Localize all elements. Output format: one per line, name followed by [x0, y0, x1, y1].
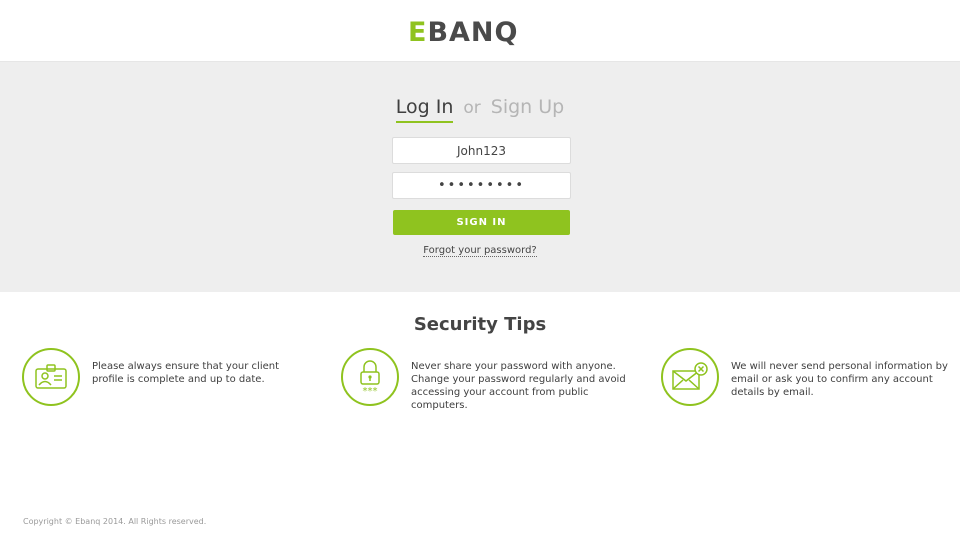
id-card-icon — [22, 348, 80, 406]
logo-letter-e: E — [408, 16, 428, 48]
tab-signup[interactable]: Sign Up — [491, 96, 564, 121]
password-field-wrap — [392, 172, 571, 199]
tabs-separator: or — [463, 98, 481, 118]
tip-item: We will never send personal information … — [661, 348, 951, 408]
page: EBANQ Log In or Sign Up SIGN IN Forgot y… — [0, 0, 960, 540]
tip-text: Please always ensure that your client pr… — [92, 361, 280, 385]
tip-text: Never share your password with anyone. C… — [411, 361, 626, 411]
padlock-icon: *** — [341, 348, 399, 406]
tip-text: We will never send personal information … — [731, 361, 948, 398]
svg-text:***: *** — [363, 386, 378, 396]
tip-item: *** Never share your password with anyon… — [341, 348, 641, 411]
password-input[interactable] — [393, 173, 570, 198]
tab-login[interactable]: Log In — [395, 96, 454, 123]
username-input[interactable] — [393, 138, 570, 163]
header: E BANQ — [0, 0, 960, 62]
footer-copyright: Copyright © Ebanq 2014. All Rights reser… — [23, 517, 207, 526]
login-section: Log In or Sign Up SIGN IN Forgot your pa… — [0, 62, 960, 292]
forgot-password: Forgot your password? — [0, 245, 960, 257]
forgot-password-link[interactable]: Forgot your password? — [423, 245, 537, 257]
sign-in-button[interactable]: SIGN IN — [393, 210, 570, 235]
auth-tabs: Log In or Sign Up — [0, 96, 960, 123]
security-tips-title: Security Tips — [413, 314, 547, 335]
logo-wordmark: BANQ — [427, 16, 519, 48]
username-field-wrap — [392, 137, 571, 164]
ebanq-logo[interactable]: E BANQ — [408, 16, 519, 48]
envelope-blocked-icon — [661, 348, 719, 406]
tip-item: Please always ensure that your client pr… — [22, 348, 302, 408]
